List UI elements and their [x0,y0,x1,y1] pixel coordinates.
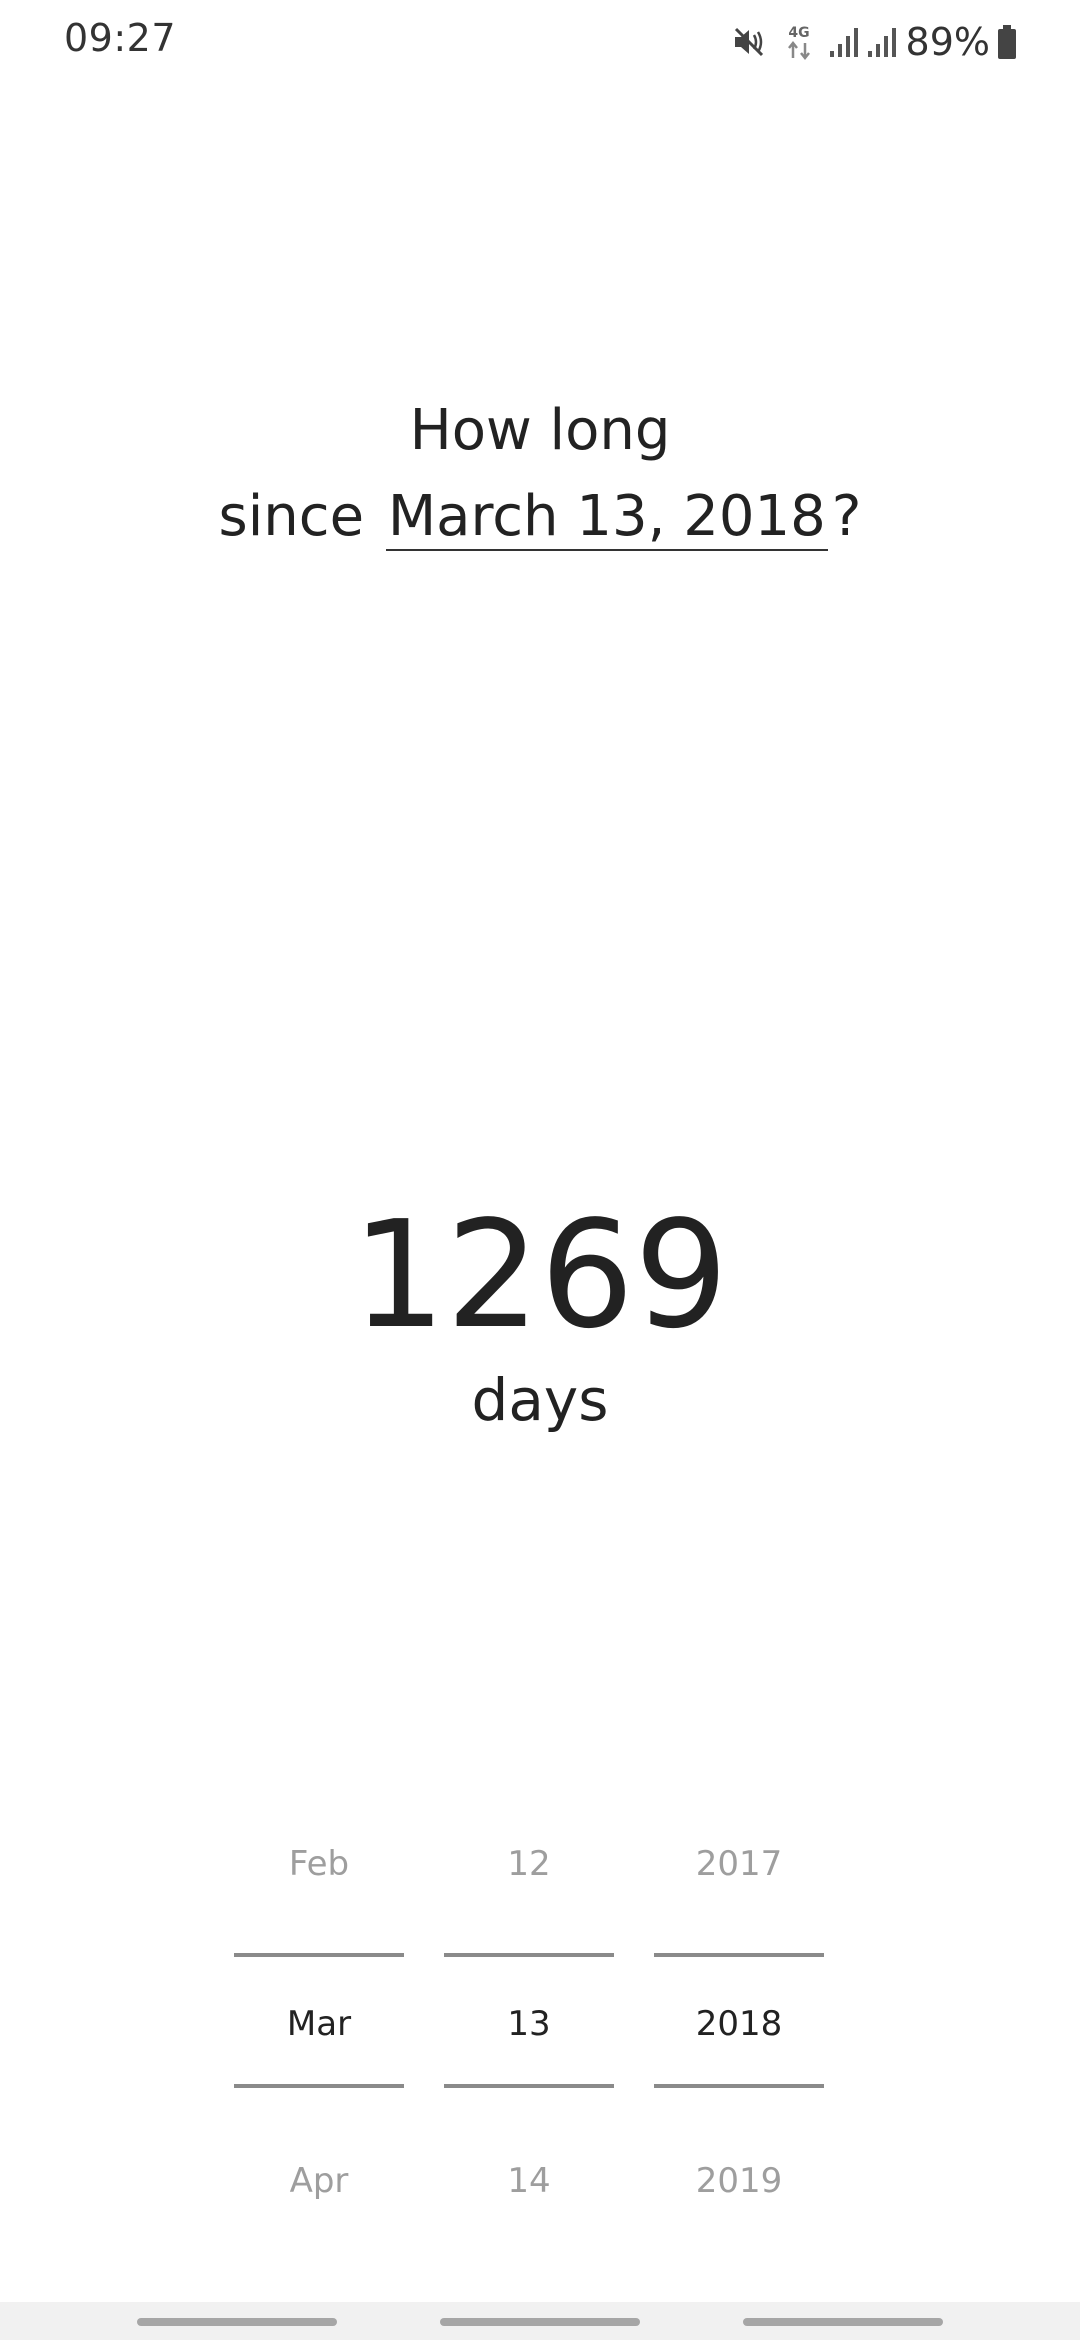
year-selection-line-bottom [654,2084,824,2088]
day-selection-line-bottom [444,2084,614,2088]
4g-data-icon: 4G [784,22,814,62]
day-selected-value[interactable]: 13 [444,2004,614,2044]
selected-date-link[interactable]: March 13, 2018 [385,485,828,551]
mute-icon [732,25,766,59]
question-suffix: ? [831,484,862,549]
nav-recents-gesture-hint[interactable] [137,2318,337,2326]
question-line-2: since March 13, 2018? [0,474,1080,560]
status-icons: 4G 89% [732,18,1018,66]
status-bar: 09:27 4G 89% [0,0,1080,84]
nav-back-gesture-hint[interactable] [743,2318,943,2326]
day-prev-option[interactable]: 12 [444,1844,614,1884]
question-heading: How long since March 13, 2018? [0,388,1080,560]
year-next-option[interactable]: 2019 [654,2161,824,2201]
navigation-bar [0,2302,1080,2340]
month-selection-line-top [234,1953,404,1957]
battery-icon [996,24,1018,60]
day-next-option[interactable]: 14 [444,2161,614,2201]
battery-percent: 89% [905,20,990,64]
year-prev-option[interactable]: 2017 [654,1844,824,1884]
year-selected-value[interactable]: 2018 [654,2004,824,2044]
signal-icon [866,25,898,59]
signal-icon [828,25,860,59]
nav-home-gesture-hint[interactable] [440,2318,640,2326]
month-picker-wheel[interactable]: Feb Mar Apr [234,1820,404,2201]
month-selected-value[interactable]: Mar [234,2004,404,2044]
status-time: 09:27 [64,16,177,60]
year-picker-wheel[interactable]: 2017 2018 2019 [654,1820,824,2201]
question-prefix: since [218,484,365,549]
month-prev-option[interactable]: Feb [234,1844,404,1884]
network-type-label: 4G [788,25,809,41]
days-unit-label: days [471,1366,609,1434]
date-picker: Feb Mar Apr 12 13 14 2017 2018 2019 [234,1820,824,2201]
year-selection-line-top [654,1953,824,1957]
month-selection-line-bottom [234,2084,404,2088]
days-count: 1269 [351,1189,729,1361]
month-next-option[interactable]: Apr [234,2161,404,2201]
question-line-1: How long [409,398,671,463]
day-picker-wheel[interactable]: 12 13 14 [444,1820,614,2201]
day-selection-line-top [444,1953,614,1957]
